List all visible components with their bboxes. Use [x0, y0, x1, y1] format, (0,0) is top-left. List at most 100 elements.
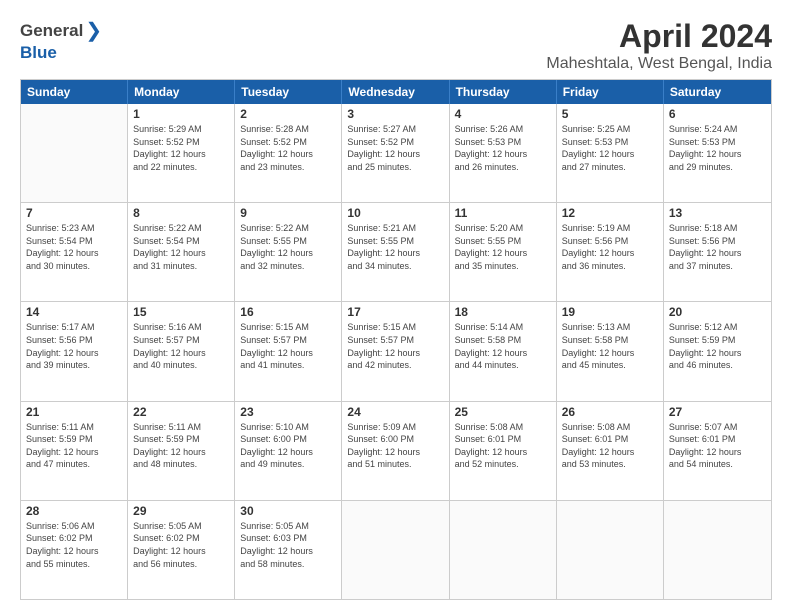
cell-info: Sunrise: 5:11 AM Sunset: 5:59 PM Dayligh… — [26, 421, 122, 471]
cell-info: Sunrise: 5:09 AM Sunset: 6:00 PM Dayligh… — [347, 421, 443, 471]
cell-date: 22 — [133, 405, 229, 419]
day-header-monday: Monday — [128, 80, 235, 104]
cell-info: Sunrise: 5:11 AM Sunset: 5:59 PM Dayligh… — [133, 421, 229, 471]
calendar-week-3: 14 Sunrise: 5:17 AM Sunset: 5:56 PM Dayli… — [21, 302, 771, 401]
cell-date: 25 — [455, 405, 551, 419]
calendar-cell: 14 Sunrise: 5:17 AM Sunset: 5:56 PM Dayli… — [21, 302, 128, 400]
cell-date: 28 — [26, 504, 122, 518]
calendar-week-2: 7 Sunrise: 5:23 AM Sunset: 5:54 PM Daylig… — [21, 203, 771, 302]
calendar-week-1: 1 Sunrise: 5:29 AM Sunset: 5:52 PM Daylig… — [21, 104, 771, 203]
calendar-cell: 12 Sunrise: 5:19 AM Sunset: 5:56 PM Dayli… — [557, 203, 664, 301]
calendar-week-5: 28 Sunrise: 5:06 AM Sunset: 6:02 PM Dayli… — [21, 501, 771, 599]
calendar-cell: 16Sunrise: 5:15 AM Sunset: 5:57 PM Dayli… — [235, 302, 342, 400]
calendar-body: 1 Sunrise: 5:29 AM Sunset: 5:52 PM Daylig… — [21, 104, 771, 599]
cell-info: Sunrise: 5:13 AM Sunset: 5:58 PM Dayligh… — [562, 321, 658, 371]
calendar-cell: 26 Sunrise: 5:08 AM Sunset: 6:01 PM Dayli… — [557, 402, 664, 500]
calendar-cell: 8 Sunrise: 5:22 AM Sunset: 5:54 PM Daylig… — [128, 203, 235, 301]
cell-date: 24 — [347, 405, 443, 419]
calendar-cell: 7 Sunrise: 5:23 AM Sunset: 5:54 PM Daylig… — [21, 203, 128, 301]
cell-info: Sunrise: 5:08 AM Sunset: 6:01 PM Dayligh… — [455, 421, 551, 471]
calendar-cell: 4Sunrise: 5:26 AM Sunset: 5:53 PM Daylig… — [450, 104, 557, 202]
cell-info: Sunrise: 5:19 AM Sunset: 5:56 PM Dayligh… — [562, 222, 658, 272]
cell-info: Sunrise: 5:15 AM Sunset: 5:57 PM Dayligh… — [347, 321, 443, 371]
cell-date: 5 — [562, 107, 658, 121]
calendar-cell: 15 Sunrise: 5:16 AM Sunset: 5:57 PM Dayli… — [128, 302, 235, 400]
calendar-cell — [557, 501, 664, 599]
cell-date: 21 — [26, 405, 122, 419]
cell-date: 4 — [455, 107, 551, 121]
logo-general-text: General — [20, 21, 83, 41]
title-section: April 2024 Maheshtala, West Bengal, Indi… — [546, 18, 772, 73]
cell-info: Sunrise: 5:28 AM Sunset: 5:52 PM Dayligh… — [240, 123, 336, 173]
cell-info: Sunrise: 5:15 AM Sunset: 5:57 PM Dayligh… — [240, 321, 336, 371]
calendar-cell: 30 Sunrise: 5:05 AM Sunset: 6:03 PM Dayli… — [235, 501, 342, 599]
calendar-cell: 27 Sunrise: 5:07 AM Sunset: 6:01 PM Dayli… — [664, 402, 771, 500]
cell-date: 26 — [562, 405, 658, 419]
cell-info: Sunrise: 5:24 AM Sunset: 5:53 PM Dayligh… — [669, 123, 766, 173]
calendar-cell: 28 Sunrise: 5:06 AM Sunset: 6:02 PM Dayli… — [21, 501, 128, 599]
calendar-cell: 19 Sunrise: 5:13 AM Sunset: 5:58 PM Dayli… — [557, 302, 664, 400]
calendar-cell: 20 Sunrise: 5:12 AM Sunset: 5:59 PM Dayli… — [664, 302, 771, 400]
cell-date: 12 — [562, 206, 658, 220]
cell-date: 17 — [347, 305, 443, 319]
cell-info: Sunrise: 5:07 AM Sunset: 6:01 PM Dayligh… — [669, 421, 766, 471]
calendar-cell: 10Sunrise: 5:21 AM Sunset: 5:55 PM Dayli… — [342, 203, 449, 301]
logo-blue-text: Blue — [20, 43, 57, 63]
calendar-cell: 24 Sunrise: 5:09 AM Sunset: 6:00 PM Dayli… — [342, 402, 449, 500]
cell-info: Sunrise: 5:20 AM Sunset: 5:55 PM Dayligh… — [455, 222, 551, 272]
calendar: SundayMondayTuesdayWednesdayThursdayFrid… — [20, 79, 772, 600]
calendar-cell: 1 Sunrise: 5:29 AM Sunset: 5:52 PM Daylig… — [128, 104, 235, 202]
subtitle: Maheshtala, West Bengal, India — [546, 55, 772, 73]
calendar-cell: 17 Sunrise: 5:15 AM Sunset: 5:57 PM Dayli… — [342, 302, 449, 400]
cell-info: Sunrise: 5:29 AM Sunset: 5:52 PM Dayligh… — [133, 123, 229, 173]
cell-date: 29 — [133, 504, 229, 518]
cell-info: Sunrise: 5:06 AM Sunset: 6:02 PM Dayligh… — [26, 520, 122, 570]
cell-date: 8 — [133, 206, 229, 220]
day-header-sunday: Sunday — [21, 80, 128, 104]
calendar-cell: 18Sunrise: 5:14 AM Sunset: 5:58 PM Dayli… — [450, 302, 557, 400]
cell-info: Sunrise: 5:16 AM Sunset: 5:57 PM Dayligh… — [133, 321, 229, 371]
cell-info: Sunrise: 5:05 AM Sunset: 6:03 PM Dayligh… — [240, 520, 336, 570]
cell-date: 20 — [669, 305, 766, 319]
cell-date: 15 — [133, 305, 229, 319]
cell-info: Sunrise: 5:22 AM Sunset: 5:54 PM Dayligh… — [133, 222, 229, 272]
cell-date: 19 — [562, 305, 658, 319]
day-header-saturday: Saturday — [664, 80, 771, 104]
cell-date: 2 — [240, 107, 336, 121]
day-header-thursday: Thursday — [450, 80, 557, 104]
logo-bird-icon: ❯ — [85, 18, 102, 43]
cell-info: Sunrise: 5:05 AM Sunset: 6:02 PM Dayligh… — [133, 520, 229, 570]
calendar-cell — [342, 501, 449, 599]
header: General ❯ Blue April 2024 Maheshtala, We… — [20, 18, 772, 73]
calendar-cell — [450, 501, 557, 599]
logo: General ❯ Blue — [20, 18, 102, 63]
calendar-cell: 3Sunrise: 5:27 AM Sunset: 5:52 PM Daylig… — [342, 104, 449, 202]
calendar-cell: 13Sunrise: 5:18 AM Sunset: 5:56 PM Dayli… — [664, 203, 771, 301]
cell-info: Sunrise: 5:23 AM Sunset: 5:54 PM Dayligh… — [26, 222, 122, 272]
calendar-cell: 22 Sunrise: 5:11 AM Sunset: 5:59 PM Dayli… — [128, 402, 235, 500]
calendar-cell — [664, 501, 771, 599]
calendar-cell: 9Sunrise: 5:22 AM Sunset: 5:55 PM Daylig… — [235, 203, 342, 301]
cell-info: Sunrise: 5:17 AM Sunset: 5:56 PM Dayligh… — [26, 321, 122, 371]
cell-date: 9 — [240, 206, 336, 220]
cell-date: 30 — [240, 504, 336, 518]
cell-date: 27 — [669, 405, 766, 419]
cell-date: 3 — [347, 107, 443, 121]
calendar-cell: 25 Sunrise: 5:08 AM Sunset: 6:01 PM Dayli… — [450, 402, 557, 500]
cell-date: 1 — [133, 107, 229, 121]
cell-info: Sunrise: 5:08 AM Sunset: 6:01 PM Dayligh… — [562, 421, 658, 471]
calendar-cell: 2 Sunrise: 5:28 AM Sunset: 5:52 PM Daylig… — [235, 104, 342, 202]
calendar-header: SundayMondayTuesdayWednesdayThursdayFrid… — [21, 80, 771, 104]
cell-info: Sunrise: 5:12 AM Sunset: 5:59 PM Dayligh… — [669, 321, 766, 371]
day-header-tuesday: Tuesday — [235, 80, 342, 104]
calendar-cell: 21 Sunrise: 5:11 AM Sunset: 5:59 PM Dayli… — [21, 402, 128, 500]
cell-date: 14 — [26, 305, 122, 319]
day-header-wednesday: Wednesday — [342, 80, 449, 104]
cell-date: 7 — [26, 206, 122, 220]
cell-date: 18 — [455, 305, 551, 319]
calendar-cell: 23Sunrise: 5:10 AM Sunset: 6:00 PM Dayli… — [235, 402, 342, 500]
cell-info: Sunrise: 5:10 AM Sunset: 6:00 PM Dayligh… — [240, 421, 336, 471]
cell-date: 10 — [347, 206, 443, 220]
cell-date: 11 — [455, 206, 551, 220]
page: General ❯ Blue April 2024 Maheshtala, We… — [0, 0, 792, 612]
